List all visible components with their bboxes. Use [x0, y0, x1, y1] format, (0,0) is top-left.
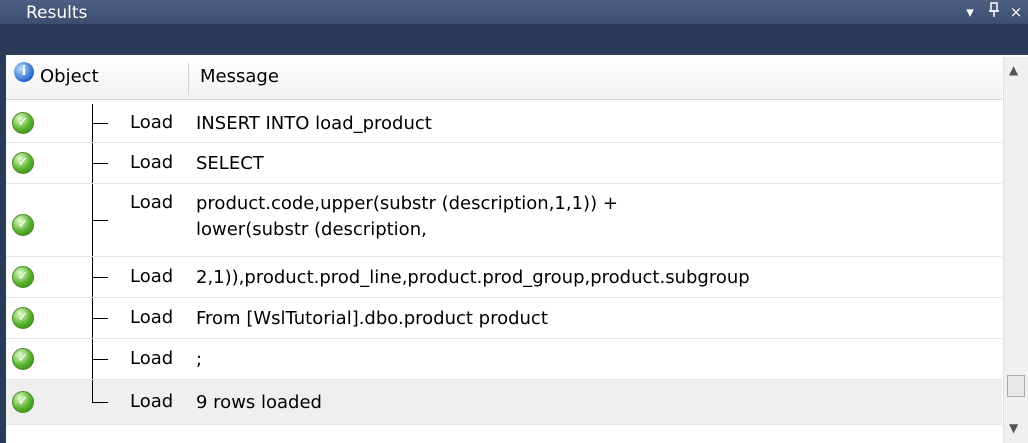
scroll-up-icon[interactable]: ▲ [1009, 63, 1018, 77]
success-icon: ✓ [12, 266, 34, 288]
table-row[interactable]: ✓ Load INSERT INTO load_product [6, 104, 1002, 143]
row-object: Load [130, 192, 174, 213]
tree-branch [92, 402, 108, 403]
grid-header: Object Message [6, 57, 1002, 100]
row-message: 9 rows loaded [196, 392, 322, 413]
row-message: 2,1)),product.prod_line,product.prod_gro… [196, 267, 750, 288]
row-object: Load [130, 152, 174, 173]
table-row[interactable]: ✓ Load SELECT [6, 143, 1002, 184]
row-object: Load [130, 348, 174, 369]
success-icon: ✓ [12, 214, 34, 236]
table-row[interactable]: ✓ Load 2,1)),product.prod_line,product.p… [6, 257, 1002, 298]
success-icon: ✓ [12, 348, 34, 370]
tree-branch [92, 220, 108, 221]
success-icon: ✓ [12, 391, 34, 413]
scrollbar-thumb[interactable] [1007, 375, 1025, 397]
row-message: SELECT [196, 153, 264, 174]
table-row-selected[interactable]: ✓ Load 9 rows loaded [6, 380, 1002, 425]
tree-branch [92, 123, 108, 124]
table-row[interactable]: ✓ Load From [WslTutorial].dbo.product pr… [6, 298, 1002, 339]
table-row[interactable]: ✓ Load product.code,upper(substr (descri… [6, 184, 1002, 257]
tree-line [92, 380, 93, 402]
vertical-scrollbar[interactable]: ▲ ▼ [1003, 57, 1028, 443]
chevron-down-icon[interactable]: ▾ [960, 2, 980, 22]
column-divider[interactable] [188, 63, 189, 95]
tree-branch [92, 277, 108, 278]
success-icon: ✓ [12, 307, 34, 329]
row-message: INSERT INTO load_product [196, 113, 432, 134]
row-message: ; [196, 349, 203, 370]
panel-title-bar: Results ▾ × [0, 0, 1028, 24]
info-icon: i [14, 62, 34, 82]
tree-branch [92, 359, 108, 360]
success-icon: ✓ [12, 112, 34, 134]
row-message: From [WslTutorial].dbo.product product [196, 308, 548, 329]
row-message: product.code,upper(substr (description,1… [196, 193, 618, 214]
row-object: Load [130, 112, 174, 133]
row-object: Load [130, 307, 174, 328]
row-message-continued: lower(substr (description, [196, 219, 427, 240]
scroll-down-icon[interactable]: ▼ [1009, 421, 1018, 435]
row-object: Load [130, 391, 174, 412]
column-header-object[interactable]: Object [40, 57, 99, 99]
panel-title: Results [26, 3, 88, 23]
tree-branch [92, 163, 108, 164]
column-header-message[interactable]: Message [200, 57, 279, 99]
close-icon[interactable]: × [1006, 2, 1026, 22]
row-object: Load [130, 266, 174, 287]
table-row[interactable]: ✓ Load ; [6, 339, 1002, 380]
tree-branch [92, 318, 108, 319]
results-panel: Results ▾ × Object Message i ✓ Load INSE… [0, 0, 1028, 443]
success-icon: ✓ [12, 152, 34, 174]
pin-icon[interactable] [984, 2, 1004, 22]
